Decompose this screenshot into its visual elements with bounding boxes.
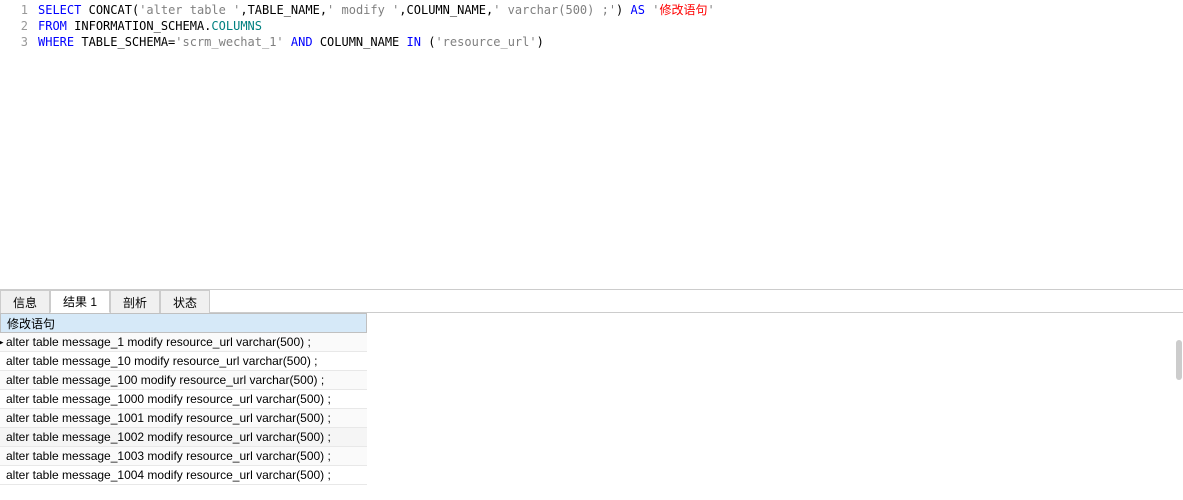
line-gutter: 1 2 3: [0, 0, 38, 289]
string-literal: ' varchar(500) ;': [493, 3, 616, 17]
table-row[interactable]: alter table message_100 modify resource_…: [0, 371, 367, 390]
result-tabs: 信息 结果 1 剖析 状态: [0, 290, 1183, 313]
column-header[interactable]: 修改语句: [0, 313, 367, 333]
func-concat: CONCAT: [89, 3, 132, 17]
results-grid[interactable]: 修改语句 alter table message_1 modify resour…: [0, 313, 367, 485]
tab-profile[interactable]: 剖析: [110, 290, 160, 313]
string-literal: 'resource_url': [435, 35, 536, 49]
tab-result-1[interactable]: 结果 1: [50, 290, 110, 313]
string-literal: 'alter table ': [139, 3, 240, 17]
tab-info[interactable]: 信息: [0, 290, 50, 313]
table-row[interactable]: alter table message_10 modify resource_u…: [0, 352, 367, 371]
string-literal: 'scrm_wechat_1': [175, 35, 283, 49]
line-number: 1: [0, 2, 38, 18]
table-row[interactable]: alter table message_1004 modify resource…: [0, 466, 367, 485]
table-row[interactable]: alter table message_1000 modify resource…: [0, 390, 367, 409]
line-number: 3: [0, 34, 38, 50]
keyword-select: SELECT: [38, 3, 81, 17]
sql-code[interactable]: SELECT CONCAT('alter table ',TABLE_NAME,…: [38, 0, 1183, 289]
keyword-where: WHERE: [38, 35, 74, 49]
keyword-in: IN: [407, 35, 421, 49]
identifier-columns: COLUMNS: [211, 19, 262, 33]
table-row[interactable]: alter table message_1003 modify resource…: [0, 447, 367, 466]
vertical-scrollbar[interactable]: [1175, 0, 1183, 500]
alias-literal: 修改语句: [659, 3, 707, 17]
keyword-as: AS: [631, 3, 645, 17]
string-literal: ' modify ': [327, 3, 399, 17]
scrollbar-thumb[interactable]: [1176, 340, 1182, 380]
keyword-and: AND: [291, 35, 313, 49]
table-row[interactable]: alter table message_1002 modify resource…: [0, 428, 367, 447]
table-row[interactable]: alter table message_1 modify resource_ur…: [0, 333, 367, 352]
keyword-from: FROM: [38, 19, 67, 33]
tab-status[interactable]: 状态: [160, 290, 210, 313]
sql-editor[interactable]: 1 2 3 SELECT CONCAT('alter table ',TABLE…: [0, 0, 1183, 290]
table-row[interactable]: alter table message_1001 modify resource…: [0, 409, 367, 428]
line-number: 2: [0, 18, 38, 34]
